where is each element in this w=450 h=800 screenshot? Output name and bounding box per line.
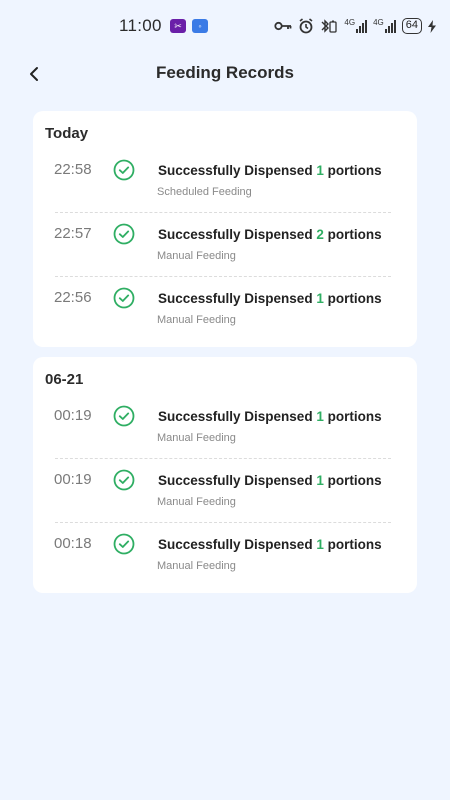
record-status: Successfully Dispensed 1 portions — [158, 409, 382, 424]
feeding-type: Manual Feeding — [157, 432, 236, 444]
status-suffix: portions — [327, 227, 382, 242]
feeding-record[interactable]: 22:57 Successfully Dispensed 2 portions … — [33, 216, 417, 280]
feeding-record[interactable]: 00:19 Successfully Dispensed 1 portions … — [33, 462, 417, 526]
page-title: Feeding Records — [156, 63, 294, 82]
check-circle-icon — [113, 287, 135, 309]
app-notification-icon: ◦ — [192, 19, 208, 33]
app-notification-icon: ✂ — [170, 19, 186, 33]
record-status: Successfully Dispensed 1 portions — [158, 291, 382, 306]
check-circle-icon — [113, 533, 135, 555]
portion-count: 1 — [316, 537, 324, 552]
record-status: Successfully Dispensed 1 portions — [158, 537, 382, 552]
status-suffix: portions — [327, 473, 382, 488]
status-suffix: portions — [327, 537, 382, 552]
feeding-type: Manual Feeding — [157, 560, 236, 572]
group-date-label: Today — [45, 125, 89, 142]
record-status: Successfully Dispensed 1 portions — [158, 163, 382, 178]
portion-count: 1 — [316, 291, 324, 306]
record-time: 22:58 — [54, 161, 92, 178]
divider — [55, 212, 391, 213]
status-bar: 11:00 ✂ ◦ 4G 4G 64 — [0, 0, 450, 52]
divider — [55, 458, 391, 459]
key-icon — [274, 21, 292, 31]
feeding-type: Manual Feeding — [157, 496, 236, 508]
status-suffix: portions — [327, 291, 382, 306]
status-prefix: Successfully Dispensed — [158, 163, 313, 178]
feeding-record[interactable]: 22:58 Successfully Dispensed 1 portions … — [33, 152, 417, 216]
status-suffix: portions — [327, 163, 382, 178]
check-circle-icon — [113, 469, 135, 491]
signal-network-label: 4G — [373, 18, 384, 27]
record-time: 22:57 — [54, 225, 92, 242]
status-prefix: Successfully Dispensed — [158, 291, 313, 306]
status-suffix: portions — [327, 409, 382, 424]
header: Feeding Records — [0, 52, 450, 96]
feeding-record[interactable]: 00:19 Successfully Dispensed 1 portions … — [33, 398, 417, 462]
status-prefix: Successfully Dispensed — [158, 227, 313, 242]
divider — [55, 522, 391, 523]
alarm-icon — [299, 18, 313, 34]
check-circle-icon — [113, 405, 135, 427]
record-status: Successfully Dispensed 2 portions — [158, 227, 382, 242]
bluetooth-icon — [321, 19, 338, 33]
battery-indicator: 64 — [401, 18, 422, 34]
portion-count: 1 — [316, 473, 324, 488]
signal-strength-icon: 4G — [344, 18, 368, 33]
portion-count: 1 — [316, 163, 324, 178]
feeding-record[interactable]: 22:56 Successfully Dispensed 1 portions … — [33, 280, 417, 344]
feeding-type: Manual Feeding — [157, 314, 236, 326]
signal-network-label: 4G — [344, 18, 356, 27]
status-prefix: Successfully Dispensed — [158, 537, 313, 552]
record-time: 00:18 — [54, 535, 92, 552]
group-date-label: 06-21 — [45, 371, 84, 388]
record-status: Successfully Dispensed 1 portions — [158, 473, 382, 488]
signal-strength-icon: 4G — [373, 19, 396, 33]
feeding-record[interactable]: 00:18 Successfully Dispensed 1 portions … — [33, 526, 417, 590]
records-group-card: 06-21 00:19 Successfully Dispensed 1 por… — [33, 357, 417, 593]
status-icons: 4G 4G 64 — [274, 17, 436, 35]
record-time: 00:19 — [54, 471, 92, 488]
status-time: 11:00 — [119, 16, 162, 35]
records-group-card: Today 22:58 Successfully Dispensed 1 por… — [33, 111, 417, 347]
check-circle-icon — [113, 159, 135, 181]
status-prefix: Successfully Dispensed — [158, 473, 313, 488]
portion-count: 2 — [316, 227, 324, 242]
divider — [55, 276, 391, 277]
check-circle-icon — [113, 223, 135, 245]
status-prefix: Successfully Dispensed — [158, 409, 313, 424]
feeding-type: Scheduled Feeding — [157, 186, 252, 198]
portion-count: 1 — [316, 409, 324, 424]
record-time: 00:19 — [54, 407, 92, 424]
charging-icon — [428, 19, 436, 33]
record-time: 22:56 — [54, 289, 92, 306]
feeding-type: Manual Feeding — [157, 250, 236, 262]
